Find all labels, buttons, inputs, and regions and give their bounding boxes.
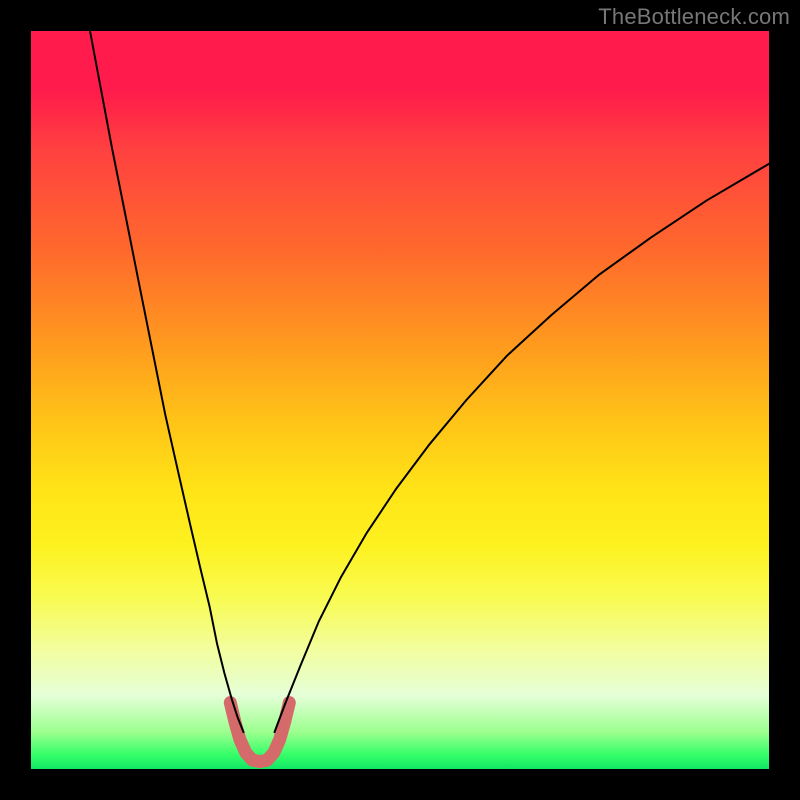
chart-plot-area bbox=[31, 31, 769, 769]
chart-svg bbox=[31, 31, 769, 769]
watermark-text: TheBottleneck.com bbox=[598, 4, 790, 30]
bottom-u-highlight bbox=[230, 703, 289, 762]
curve-left-branch bbox=[90, 31, 244, 732]
chart-frame: TheBottleneck.com bbox=[0, 0, 800, 800]
curve-right-branch bbox=[275, 164, 770, 732]
